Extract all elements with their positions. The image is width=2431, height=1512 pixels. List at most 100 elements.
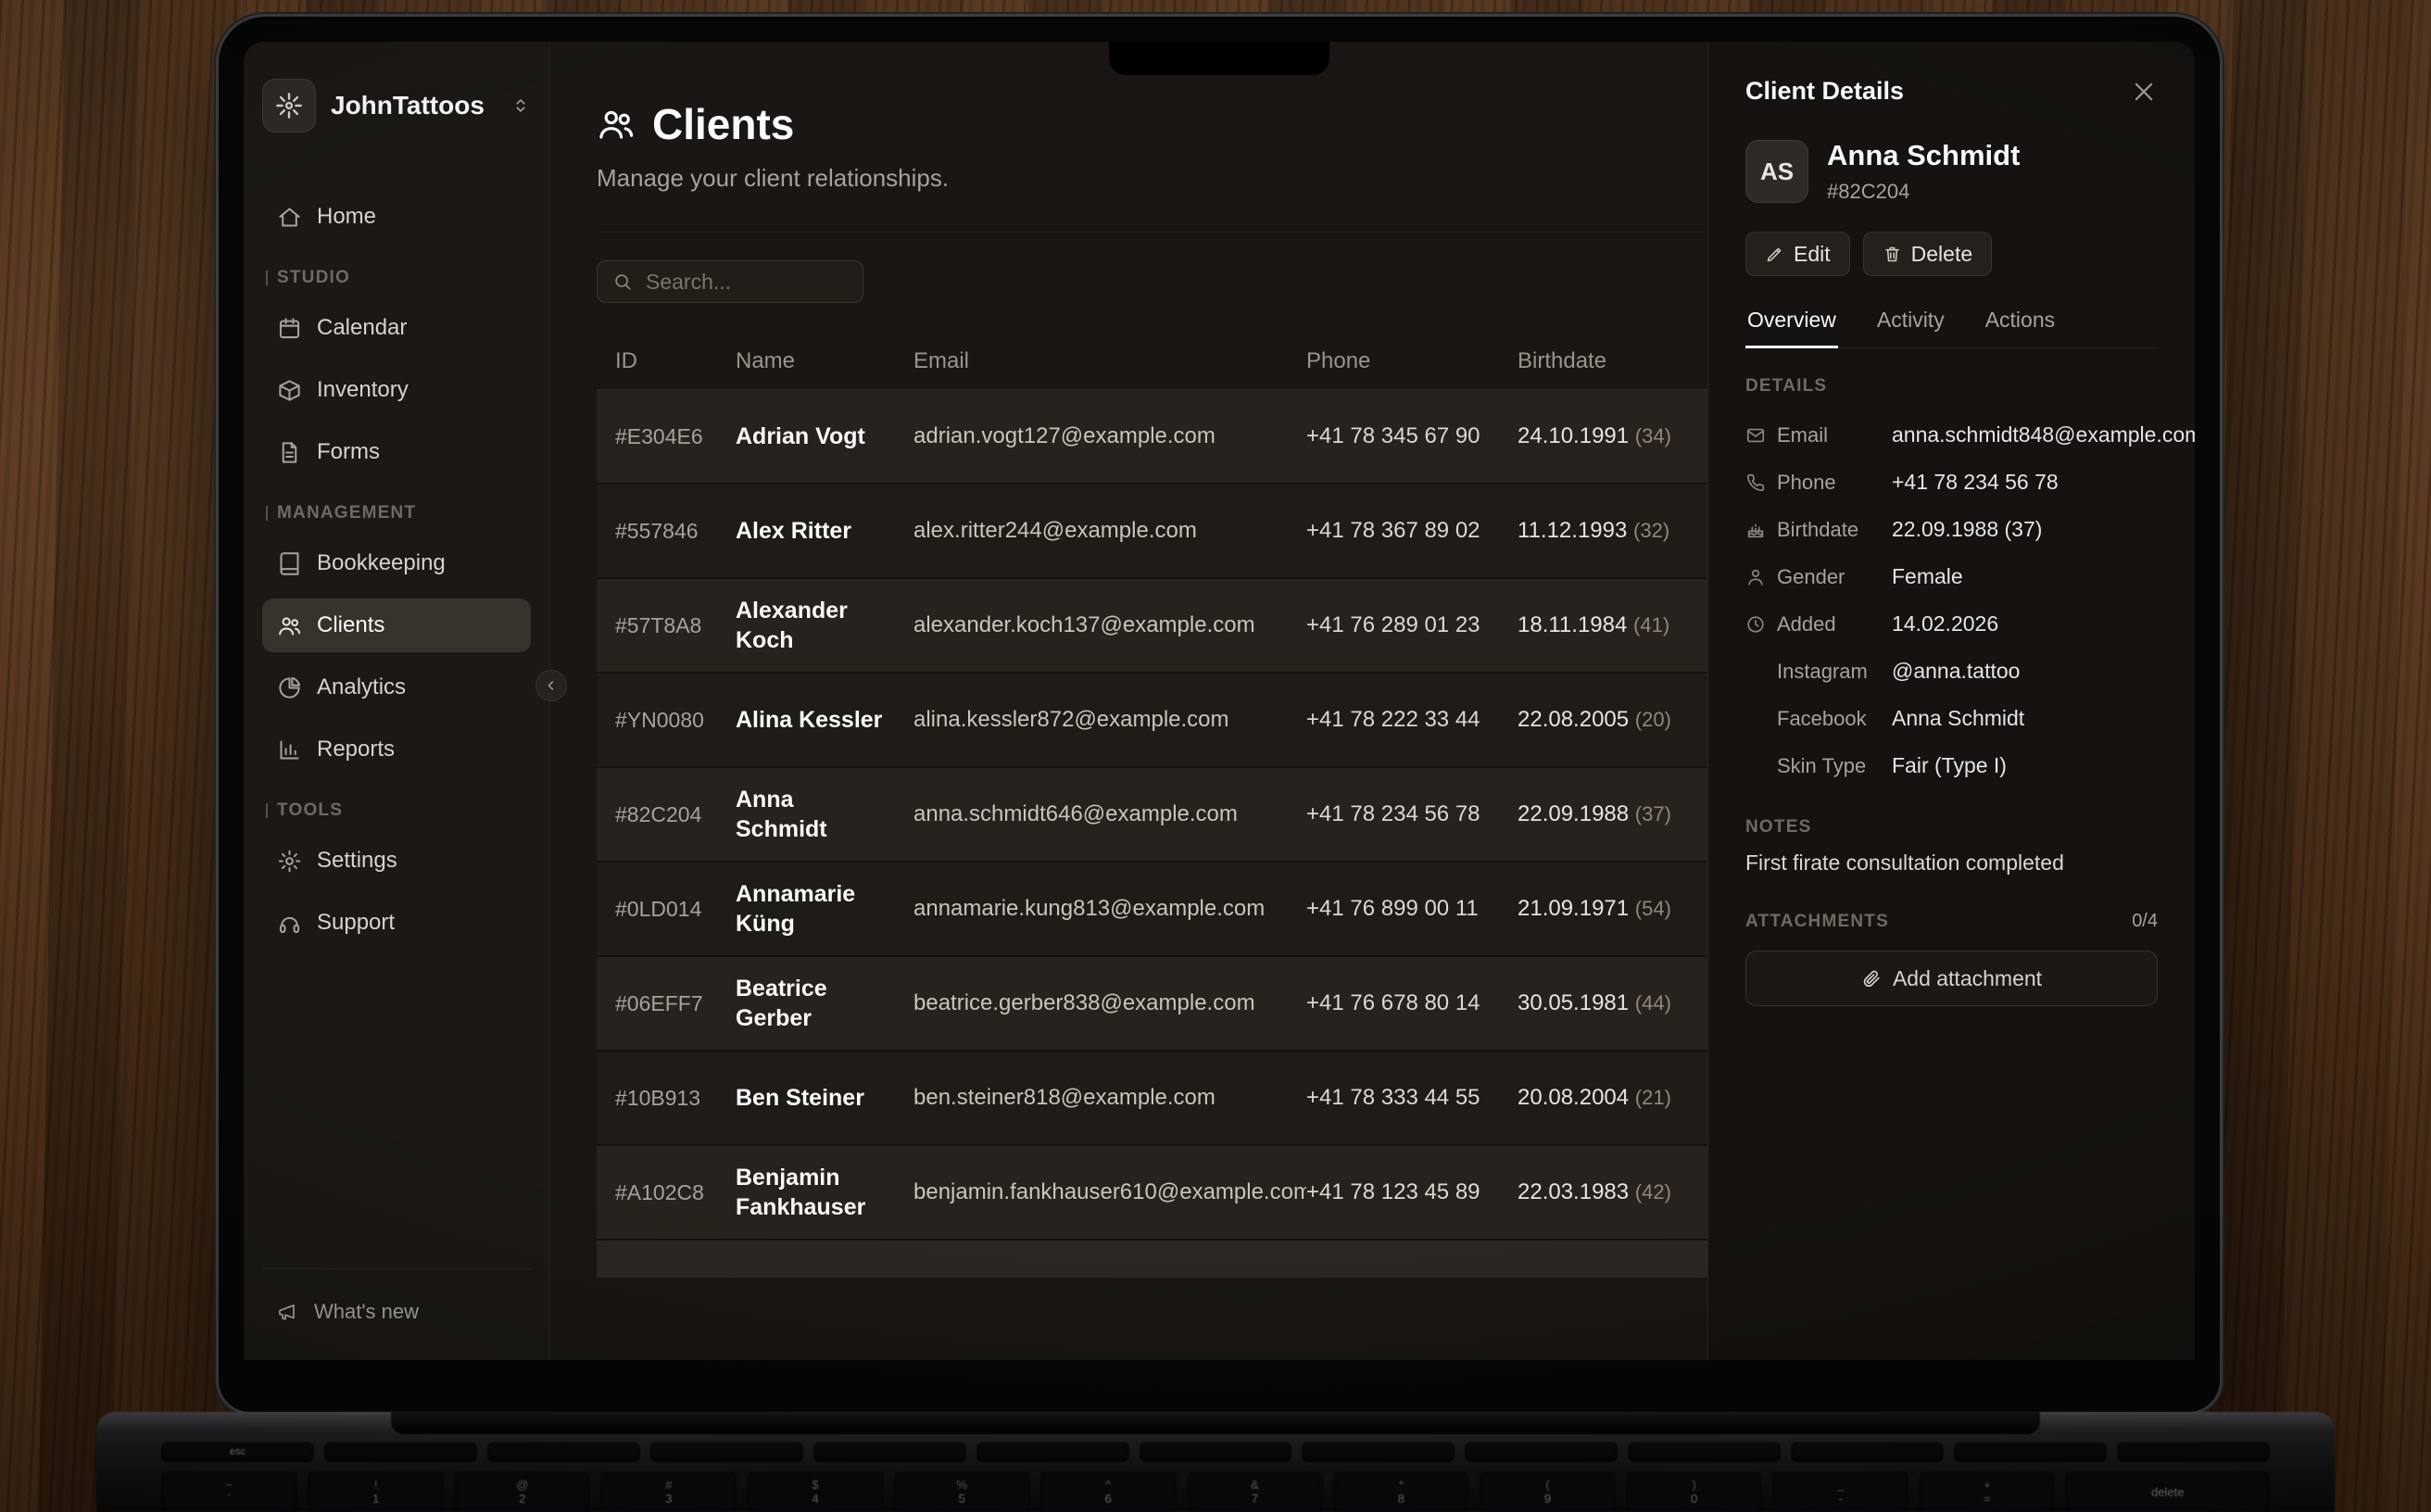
paperclip-icon [1861,968,1882,989]
keyboard-key [1628,1442,1781,1462]
close-icon[interactable] [2130,78,2158,106]
nav-section-label: TOOLS [266,800,527,821]
client-id-cell: #0LD014 [615,897,736,922]
client-actions: Edit Delete [1745,232,2158,276]
keyboard-key [324,1442,477,1462]
client-name: Anna Schmidt [1827,139,2020,172]
sidebar-item-analytics[interactable]: Analytics [262,661,531,714]
whats-new-label: What's new [314,1300,419,1324]
keyboard-key: esc [161,1442,314,1462]
sidebar-item-calendar[interactable]: Calendar [262,301,531,355]
client-email-cell: ben.steiner818@example.com [913,1085,1306,1111]
client-email-cell: anna.schmidt646@example.com [913,801,1306,827]
table-row[interactable]: #0LD014 Annamarie Küng annamarie.kung813… [597,863,1707,957]
section-bar [266,803,268,818]
detail-row-gender: Gender Female [1745,553,2158,600]
megaphone-icon [277,1301,299,1323]
calendar-icon [277,316,302,341]
client-id-cell: #YN0080 [615,708,736,733]
laptop-hinge [391,1412,2040,1434]
detail-row-phone: Phone +41 78 234 56 78 [1745,459,2158,506]
workspace-switcher[interactable]: JohnTattoos [262,79,531,132]
client-id: #82C204 [1827,180,2020,204]
sidebar-collapse-button[interactable] [535,670,567,701]
sidebar-item-support[interactable]: Support [262,896,531,950]
sidebar-item-home[interactable]: Home [262,190,531,244]
client-birthdate-cell: 22.03.1983 (42) [1518,1179,1707,1205]
table-row[interactable]: #82C204 Anna Schmidt anna.schmidt646@exa… [597,768,1707,863]
table-row[interactable]: #06EFF7 Beatrice Gerber beatrice.gerber8… [597,957,1707,1052]
person-icon [1745,567,1766,587]
search-icon [612,271,633,292]
keyboard: esc~`!1@2#3$4%5^6&7*8(9)0_-+=deletetabQW… [161,1442,2270,1512]
search-input[interactable] [644,269,848,296]
cake-icon [1745,520,1766,540]
keyboard-key: (9 [1480,1470,1616,1512]
sidebar-item-inventory[interactable]: Inventory [262,363,531,417]
delete-button[interactable]: Delete [1863,232,1992,276]
client-phone-cell: +41 78 222 33 44 [1306,707,1518,733]
client-birthdate-cell: 21.09.1971 (54) [1518,896,1707,922]
table-row[interactable]: #E304E6 Adrian Vogt adrian.vogt127@examp… [597,390,1707,485]
table-row[interactable]: #A102C8 Benjamin Fankhauser benjamin.fan… [597,1146,1707,1241]
table-row[interactable]: #YN0080 Alina Kessler alina.kessler872@e… [597,674,1707,768]
client-name-cell: Alina Kessler [736,705,913,736]
app-window: JohnTattoos Home STUDIO Calendar Invento… [244,42,2195,1360]
file-icon [277,440,302,465]
sidebar-item-settings[interactable]: Settings [262,834,531,888]
edit-button[interactable]: Edit [1745,232,1850,276]
keyboard-key [1954,1442,2107,1462]
detail-row-added: Added 14.02.2026 [1745,600,2158,648]
detail-row-birthdate: Birthdate 22.09.1988 (37) [1745,506,2158,553]
client-id-cell: #E304E6 [615,424,736,449]
sidebar-item-bookkeeping[interactable]: Bookkeeping [262,536,531,590]
client-phone-cell: +41 78 123 45 89 [1306,1179,1518,1205]
section-bar [266,271,268,285]
sidebar-nav: Home STUDIO Calendar Inventory Forms MAN… [262,190,531,1268]
edit-button-label: Edit [1794,242,1831,267]
search-box[interactable] [597,260,863,303]
client-email-cell: beatrice.gerber838@example.com [913,990,1306,1016]
client-birthdate-cell: 24.10.1991 (34) [1518,423,1707,449]
client-id-cell: #10B913 [615,1086,736,1111]
laptop-base: esc~`!1@2#3$4%5^6&7*8(9)0_-+=deletetabQW… [96,1412,2335,1512]
tab-actions[interactable]: Actions [1984,308,2057,347]
column-header-name: Name [736,348,913,374]
table-row[interactable]: #57T8A8 Alexander Koch alexander.koch137… [597,579,1707,674]
keyboard-key: @2 [454,1470,590,1512]
keyboard-key: delete [2065,1470,2270,1512]
table-row[interactable]: #557846 Alex Ritter alex.ritter244@examp… [597,485,1707,579]
sidebar-item-forms[interactable]: Forms [262,425,531,479]
keyboard-key: %5 [894,1470,1030,1512]
client-name-cell: Alexander Koch [736,596,913,656]
client-name-cell: Annamarie Küng [736,879,913,939]
table-row[interactable]: #10B913 Ben Steiner ben.steiner818@examp… [597,1052,1707,1146]
add-attachment-button[interactable]: Add attachment [1745,951,2158,1006]
keyboard-key: _- [1772,1470,1908,1512]
client-phone-cell: +41 78 333 44 55 [1306,1085,1518,1111]
keyboard-key: ^6 [1040,1470,1177,1512]
client-birthdate-cell: 30.05.1981 (44) [1518,990,1707,1016]
tab-overview[interactable]: Overview [1745,308,1838,347]
column-header-id: ID [615,348,736,374]
detail-row-skin-type: Skin Type Fair (Type I) [1745,742,2158,789]
sidebar-item-reports[interactable]: Reports [262,723,531,776]
chevrons-updown-icon[interactable] [510,95,531,116]
keyboard-key: )0 [1626,1470,1762,1512]
avatar: AS [1745,140,1808,203]
sidebar-item-whats-new[interactable]: What's new [262,1290,531,1334]
sidebar-item-clients[interactable]: Clients [262,598,531,652]
keyboard-key [650,1442,803,1462]
nav-section: TOOLS Settings Support [262,800,531,950]
client-phone-cell: +41 76 678 80 14 [1306,990,1518,1016]
client-id-cell: #A102C8 [615,1180,736,1205]
keyboard-key [976,1442,1129,1462]
client-id-cell: #06EFF7 [615,991,736,1016]
client-birthdate-cell: 11.12.1993 (32) [1518,518,1707,544]
clients-table: ID Name Email Phone Birthdate #E304E6 Ad… [597,333,1707,1360]
client-birthdate-cell: 20.08.2004 (21) [1518,1085,1707,1111]
chevron-left-icon [543,677,560,694]
photo-scene: JohnTattoos Home STUDIO Calendar Invento… [0,0,2431,1512]
nav-section: STUDIO Calendar Inventory Forms [262,268,531,479]
tab-activity[interactable]: Activity [1875,308,1946,347]
